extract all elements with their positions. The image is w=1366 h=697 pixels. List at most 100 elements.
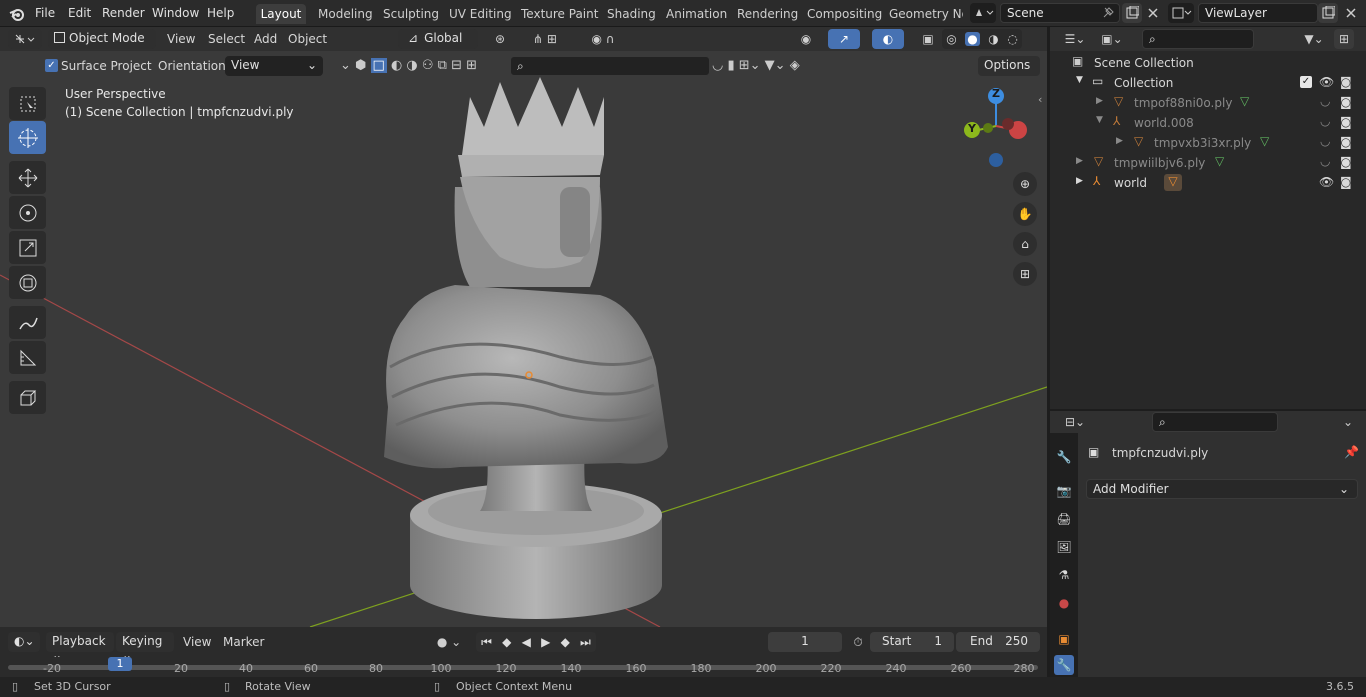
vp-menu-view[interactable]: View [167,32,195,46]
end-frame-field[interactable]: End 250 [956,632,1040,652]
scale-tool[interactable] [9,231,46,264]
properties-editor-type-icon[interactable]: ⊟⌄ [1060,412,1090,432]
mode-dropdown[interactable]: Object Mode [48,29,156,49]
viewport-search-input[interactable]: ⌕ [510,56,710,76]
play-icon[interactable]: ▶ [541,635,550,649]
navigation-gizmo[interactable]: Z Y [954,84,1034,172]
material-shading-icon[interactable]: ◑ [988,32,998,46]
tl-menu-marker[interactable]: Marker [223,635,264,649]
prev-keyframe-icon[interactable]: ◆ [502,635,511,649]
move-tool[interactable] [9,161,46,194]
pan-hand-icon[interactable]: ✋ [1013,202,1037,226]
render-camera-icon[interactable]: ◙ [1340,155,1352,169]
start-frame-field[interactable]: Start 1 [870,632,954,652]
transform-orientation-dropdown[interactable]: ⊿ Global [398,29,478,49]
properties-search-input[interactable]: ⌕ [1152,412,1278,432]
rotate-tool[interactable] [9,196,46,229]
annotate-tool[interactable] [9,306,46,339]
eye-closed-icon[interactable]: ◡ [1320,154,1330,168]
outliner-row-world008[interactable]: ▼ ⅄ world.008 ◡ ◙ [1050,113,1366,133]
eye-closed-icon[interactable]: ◡ [1320,114,1330,128]
tab-layout[interactable]: Layout [256,4,306,24]
snap-icon[interactable]: ⋔ ⊞ [520,29,570,49]
menu-file[interactable]: File [35,6,55,20]
stopwatch-icon[interactable]: ⏱ [848,632,868,652]
transform-tool[interactable] [9,266,46,299]
expand-arrow-icon[interactable]: ▶ [1116,136,1123,146]
jump-end-icon[interactable]: ⏭ [580,635,591,650]
surface-project-checkbox[interactable]: ✓ [45,59,58,72]
render-camera-icon[interactable]: ◙ [1340,135,1352,149]
outliner-row-tmpwiilbjv6[interactable]: ▶ ▽ tmpwiilbjv6.ply ▽ ◡ ◙ [1050,153,1366,173]
viewlayer-field[interactable]: ViewLayer [1198,3,1318,23]
view-layer-tab-icon[interactable]: 🖼 [1054,537,1074,557]
playhead[interactable]: 1 [108,657,132,671]
tab-rendering[interactable]: Rendering [737,4,798,24]
select-box-tool[interactable] [9,87,46,120]
eye-closed-icon[interactable]: ◡ [1320,134,1330,148]
tl-menu-view[interactable]: View [183,635,211,649]
scene-browse-icon[interactable] [970,3,996,23]
add-cube-tool[interactable] [9,381,46,414]
tab-texture-paint[interactable]: Texture Paint [521,4,598,24]
pin-icon[interactable]: 📌 [1344,445,1359,459]
blender-logo-icon[interactable] [8,5,26,23]
vp-menu-add[interactable]: Add [254,32,277,46]
child-mesh-icon[interactable]: ▽ [1164,174,1182,191]
filter-icons[interactable]: ◡ ▮ ⊞⌄ ▼⌄ ◈ [712,58,800,73]
outliner-row-tmpof88ni0o[interactable]: ▶ ▽ tmpof88ni0o.ply ▽ ◡ ◙ [1050,93,1366,113]
display-mode-icon[interactable]: ▣⌄ [1096,29,1128,49]
expand-arrow-icon[interactable]: ▶ [1076,156,1083,166]
measure-tool[interactable] [9,341,46,374]
xray-icon[interactable]: ▣ [918,29,938,49]
camera-icon[interactable]: ⌂ [1013,232,1037,256]
output-tab-icon[interactable]: 🖨 [1054,509,1074,529]
editor-type-icon[interactable] [8,29,42,49]
world-tab-icon[interactable]: ● [1054,593,1074,613]
visibility-icon[interactable]: ◉ [790,29,822,49]
proportional-edit-icon[interactable]: ◉ ∩ [578,29,628,49]
eye-icon[interactable]: 👁 [1319,75,1334,89]
tab-compositing[interactable]: Compositing [807,4,882,24]
jump-start-icon[interactable]: ⏮ [481,635,492,650]
expand-arrow-icon[interactable]: ▶ [1076,176,1083,186]
render-camera-icon[interactable]: ◙ [1340,115,1352,129]
perspective-grid-icon[interactable]: ⊞ [1013,262,1037,286]
expand-arrow-icon[interactable]: ▼ [1096,115,1103,125]
3d-viewport[interactable]: Object Mode View Select Add Object ⊿ Glob… [0,27,1047,627]
viewlayer-browse-icon[interactable] [1168,3,1194,23]
tool-tab-icon[interactable]: 🔧 [1054,447,1074,467]
eye-icon[interactable]: 👁 [1319,175,1334,189]
zoom-icon[interactable]: ⊕ [1013,172,1037,196]
add-modifier-dropdown[interactable]: Add Modifier ⌄ [1086,479,1358,499]
playback-menu[interactable]: Playback ⌄ [46,632,114,662]
tab-animation[interactable]: Animation [666,4,727,24]
new-collection-icon[interactable]: ⊞ [1334,29,1354,49]
new-viewlayer-icon[interactable] [1318,3,1338,23]
delete-scene-icon[interactable] [1143,3,1163,23]
collapse-arrow-icon[interactable]: ‹ [1038,93,1042,106]
render-camera-icon[interactable]: ◙ [1340,175,1352,189]
orientation-dropdown[interactable]: View ⌄ [225,56,323,76]
eye-closed-icon[interactable]: ◡ [1320,94,1330,108]
tab-shading[interactable]: Shading [607,4,656,24]
delete-viewlayer-icon[interactable] [1341,3,1361,23]
play-reverse-icon[interactable]: ◀ [522,635,531,649]
filter-icon[interactable]: ▼⌄ [1300,29,1328,49]
outliner-row-tmpvxb3i3xr[interactable]: ▶ ▽ tmpvxb3i3xr.ply ▽ ◡ ◙ [1050,133,1366,153]
tab-sculpting[interactable]: Sculpting [383,4,439,24]
cursor-tool[interactable] [9,121,46,154]
pivot-point-icon[interactable]: ⊛ [484,29,516,49]
outliner-row-collection[interactable]: ▼ ▭ Collection ✓ 👁 ◙ [1050,73,1366,93]
rendered-shading-icon[interactable]: ◌ [1007,32,1017,46]
render-tab-icon[interactable]: 📷 [1054,481,1074,501]
outliner-row-world[interactable]: ▶ ⅄ world ▽ 👁 ◙ [1050,173,1366,193]
timeline-scrollbar[interactable] [8,665,1038,670]
tab-geometry-nodes[interactable]: Geometry Noc [889,4,963,24]
object-tab-icon[interactable]: ▣ [1054,629,1074,649]
properties-options-icon[interactable]: ⌄ [1338,412,1358,432]
menu-edit[interactable]: Edit [68,6,91,20]
tab-modeling[interactable]: Modeling [318,4,373,24]
wireframe-shading-icon[interactable]: ◎ [946,32,956,46]
timeline-editor-type-icon[interactable]: ◐⌄ [8,632,40,652]
